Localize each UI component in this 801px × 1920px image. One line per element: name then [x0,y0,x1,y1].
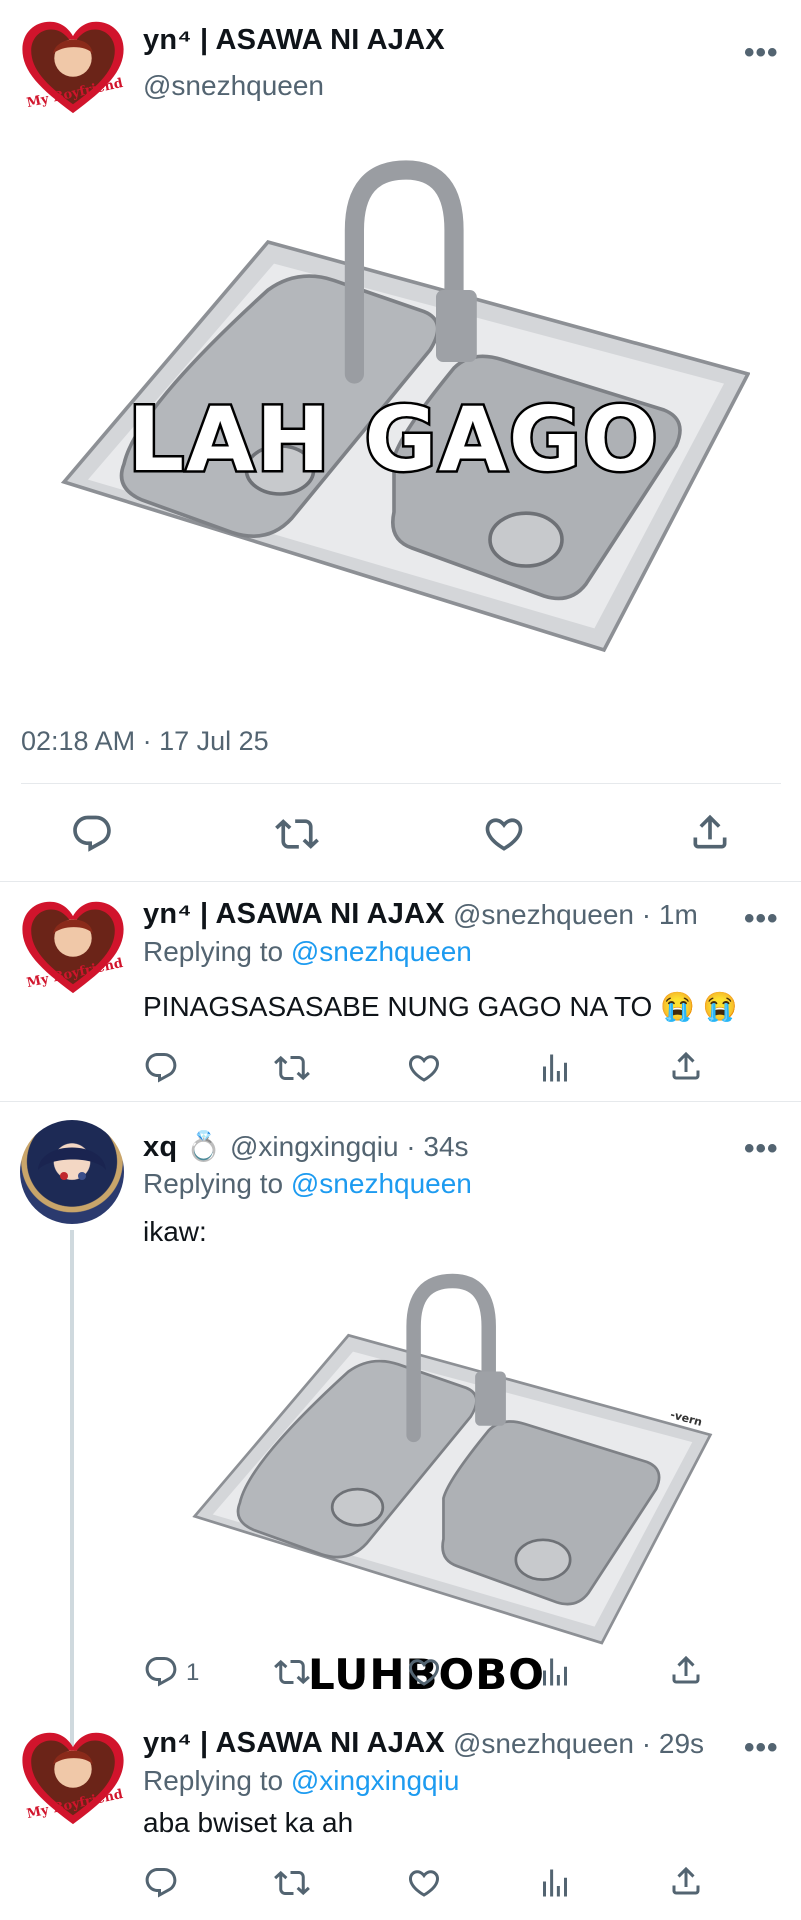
image-caption: LAH GAGO [126,386,661,494]
replying-to: Replying to @snezhqueen [143,936,472,968]
replying-link[interactable]: @snezhqueen [291,936,472,967]
retweet-icon[interactable] [274,1865,310,1901]
replying-label: Replying to [143,1168,284,1199]
display-name[interactable]: xq 💍 [143,1130,222,1164]
retweet-icon[interactable] [274,1050,310,1086]
display-name[interactable]: yn⁴ | ASAWA NI AJAX [143,24,445,57]
reply-icon[interactable] [143,1865,179,1901]
views-icon[interactable] [537,1050,573,1086]
like-icon[interactable] [406,1865,442,1901]
share-icon[interactable] [688,810,732,854]
handle-time[interactable]: @xingxingqiu · 34s [230,1131,469,1163]
tweet-image[interactable]: -vern LUHBOBO [150,1272,750,1742]
avatar[interactable]: My Boyfriend [18,18,128,118]
tweet-text: ikaw: [143,1216,207,1247]
share-icon[interactable] [668,1652,704,1688]
reply-tweet: xq 💍 @xingxingqiu · 34s ••• Replying to … [0,1102,801,1820]
retweet-icon[interactable] [275,812,319,856]
character-avatar-icon [38,1147,106,1180]
tweet-text: PINAGSASASABE NUNG GAGO NA TO 😭 😭 [143,991,738,1022]
avatar[interactable] [20,1120,124,1224]
replying-to: Replying to @xingxingqiu [143,1765,459,1797]
handle-time[interactable]: @snezhqueen · 1m [453,899,698,931]
main-tweet: My Boyfriend yn⁴ | ASAWA NI AJAX @snezhq… [0,0,801,880]
display-name[interactable]: yn⁴ | ASAWA NI AJAX [143,1727,445,1760]
more-icon[interactable]: ••• [744,1731,779,1765]
more-icon[interactable]: ••• [744,1132,779,1166]
sink-image-icon [158,1272,738,1652]
more-icon[interactable]: ••• [744,36,779,70]
share-icon[interactable] [668,1048,704,1084]
handle[interactable]: @snezhqueen [143,70,324,102]
like-icon[interactable] [482,812,526,856]
replying-label: Replying to [143,1765,284,1796]
views-icon[interactable] [537,1865,573,1901]
tweet-image[interactable]: LAH GAGO [30,130,750,690]
reply-tweet: My Boyfriend yn⁴ | ASAWA NI AJAX @snezhq… [0,882,801,1100]
like-icon[interactable] [406,1050,442,1086]
share-icon[interactable] [668,1863,704,1899]
reply-icon[interactable] [143,1654,179,1690]
more-icon[interactable]: ••• [744,902,779,936]
timestamp[interactable]: 02:18 AM · 17 Jul 25 [21,726,269,757]
display-name[interactable]: yn⁴ | ASAWA NI AJAX [143,898,445,931]
avatar[interactable]: My Boyfriend [18,898,128,998]
reply-icon[interactable] [143,1050,179,1086]
tweet-text: aba bwiset ka ah [143,1807,354,1838]
like-icon[interactable] [406,1654,442,1690]
replying-to: Replying to @snezhqueen [143,1168,472,1200]
handle-time[interactable]: @snezhqueen · 29s [453,1728,704,1760]
reply-count: 1 [186,1659,200,1686]
retweet-icon[interactable] [274,1654,310,1690]
divider [21,783,781,784]
views-icon[interactable] [537,1654,573,1690]
reply-icon[interactable] [70,812,114,856]
replying-label: Replying to [143,936,284,967]
replying-link[interactable]: @xingxingqiu [291,1765,460,1796]
reply-tweet: My Boyfriend yn⁴ | ASAWA NI AJAX @snezhq… [0,1715,801,1920]
replying-link[interactable]: @snezhqueen [291,1168,472,1199]
avatar[interactable]: My Boyfriend [18,1729,128,1829]
